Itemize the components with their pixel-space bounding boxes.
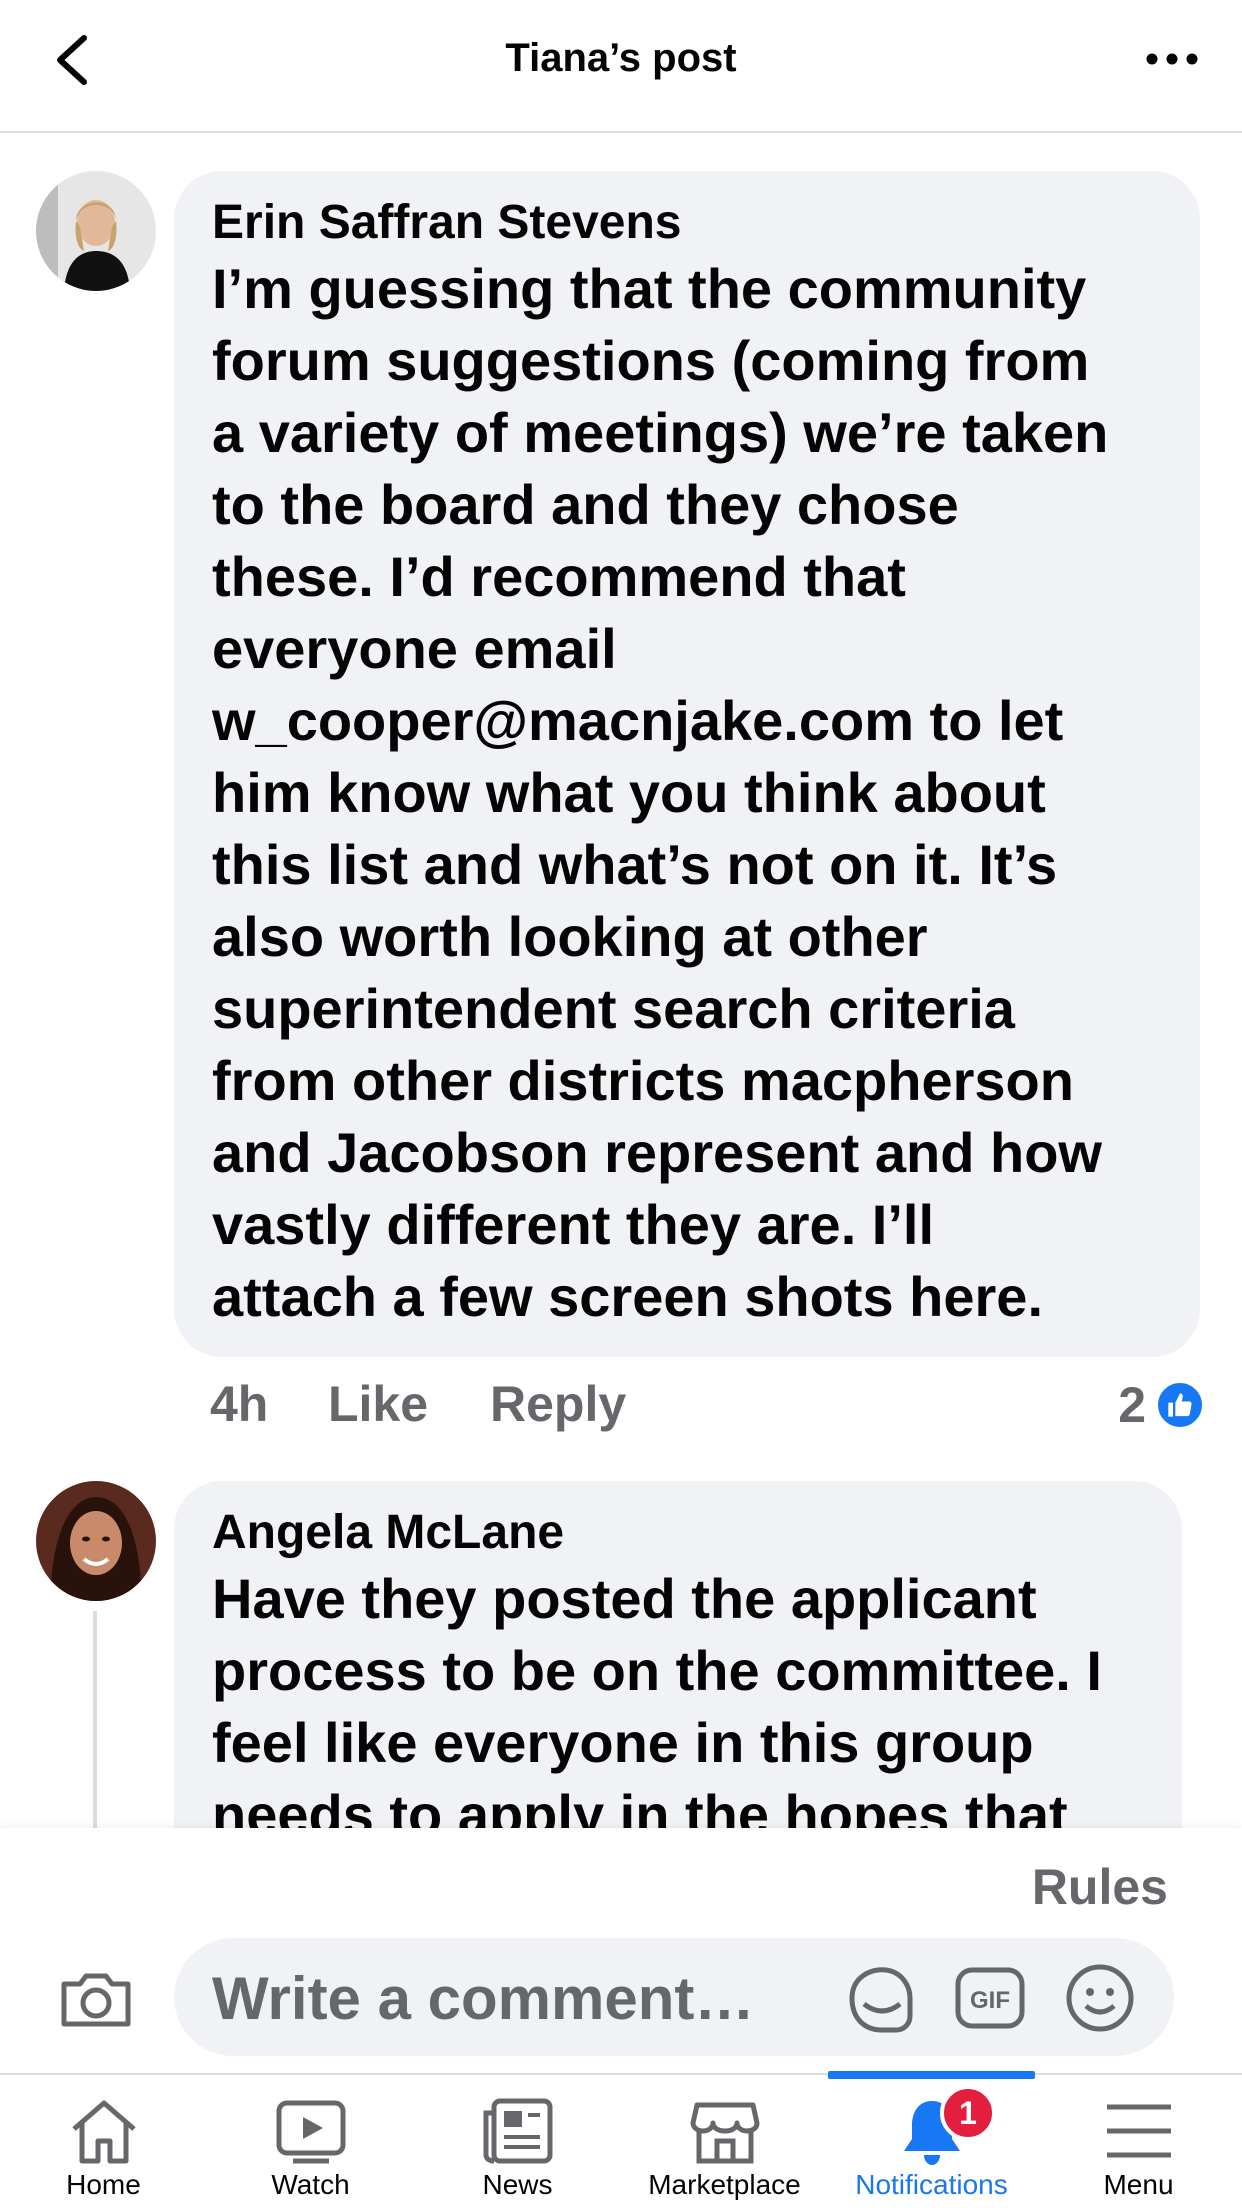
comment-line: and Jacobson represent and how <box>212 1121 1102 1184</box>
comment-line: needs to apply in the hopes that <box>212 1783 1068 1828</box>
comment-bubble[interactable]: Angela McLane Have they posted the appli… <box>174 1481 1182 1828</box>
menu-icon <box>1107 2104 1171 2158</box>
comment-line: vastly different they are. I’ll <box>212 1193 935 1256</box>
comment-line: I’m guessing that the community <box>212 257 1087 320</box>
camera-icon[interactable] <box>56 1958 136 2038</box>
emoji-icon[interactable] <box>1062 1960 1138 2036</box>
reaction-summary[interactable]: 2 <box>1118 1375 1206 1435</box>
comment-line: feel like everyone in this group <box>212 1711 1034 1774</box>
comment-line: everyone email <box>212 617 617 680</box>
avatar-photo <box>36 1481 156 1601</box>
comment-line: from other districts macpherson <box>212 1049 1074 1112</box>
comment-line: to the board and they chose <box>212 473 959 536</box>
nav-home[interactable]: Home <box>0 2075 207 2208</box>
avatar-photo <box>36 171 156 291</box>
comments-list: Erin Saffran Stevens I’m guessing that t… <box>0 135 1242 1828</box>
news-icon <box>483 2098 553 2164</box>
top-bar: Tiana’s post <box>0 0 1242 133</box>
comment-line: forum suggestions (coming from <box>212 329 1090 392</box>
comment-author[interactable]: Angela McLane <box>212 1503 1102 1563</box>
comment-composer: Rules Write a comment… GIF <box>0 1828 1242 2073</box>
comment-author[interactable]: Erin Saffran Stevens <box>212 193 1108 253</box>
comment-text: Have they posted the applicant process t… <box>212 1563 1102 1828</box>
nav-label: Notifications <box>855 2169 1008 2200</box>
reaction-count: 2 <box>1118 1377 1146 1433</box>
comment-line: a variety of meetings) we’re taken <box>212 401 1109 464</box>
comment-line: also worth looking at other <box>212 905 928 968</box>
comment-line: these. I’d recommend that <box>212 545 906 608</box>
comment-line: w_cooper@macnjake.com to let <box>212 689 1064 752</box>
comment-line: Have they posted the applicant <box>212 1567 1037 1630</box>
like-reaction-icon <box>1154 1379 1206 1431</box>
comment-bubble[interactable]: Erin Saffran Stevens I’m guessing that t… <box>174 171 1200 1357</box>
svg-text:GIF: GIF <box>970 1987 1010 2014</box>
comment-timestamp: 4h <box>210 1376 269 1432</box>
comment-line: this list and what’s not on it. It’s <box>212 833 1058 896</box>
comment-line: him know what you think about <box>212 761 1046 824</box>
nav-marketplace[interactable]: Marketplace <box>621 2075 828 2208</box>
sticker-icon[interactable] <box>842 1960 918 2036</box>
avatar[interactable] <box>36 171 156 291</box>
nav-label: Watch <box>271 2169 350 2200</box>
reply-button[interactable]: Reply <box>490 1375 626 1433</box>
nav-menu[interactable]: Menu <box>1035 2075 1242 2208</box>
nav-notifications[interactable]: 1 Notifications <box>828 2071 1035 2208</box>
comment-line: attach a few screen shots here. <box>212 1265 1044 1328</box>
nav-label: Home <box>66 2169 141 2200</box>
comment-input[interactable]: Write a comment… GIF <box>174 1938 1174 2056</box>
nav-label: Marketplace <box>648 2169 801 2200</box>
marketplace-icon <box>690 2102 760 2164</box>
like-button[interactable]: Like <box>328 1375 428 1433</box>
comment-text: I’m guessing that the community forum su… <box>212 253 1108 1333</box>
comment-line: superintendent search criteria <box>212 977 1015 1040</box>
watch-icon <box>276 2100 346 2164</box>
comment-line: process to be on the committee. I <box>212 1639 1102 1702</box>
home-icon <box>72 2100 136 2164</box>
avatar[interactable] <box>36 1481 156 1601</box>
notification-badge: 1 <box>940 2085 996 2141</box>
page-title: Tiana’s post <box>505 36 737 80</box>
bottom-nav: Home Watch News Marketplace 1 Notificati… <box>0 2071 1242 2208</box>
gif-icon[interactable]: GIF <box>952 1960 1028 2036</box>
nav-label: News <box>482 2169 553 2200</box>
nav-news[interactable]: News <box>414 2075 621 2208</box>
nav-label: Menu <box>1103 2169 1174 2200</box>
thread-line <box>93 1611 97 1828</box>
nav-watch[interactable]: Watch <box>207 2075 414 2208</box>
more-dots-icon[interactable] <box>1142 44 1202 74</box>
rules-link[interactable]: Rules <box>1032 1858 1168 1916</box>
comment-placeholder: Write a comment… <box>212 1965 755 2032</box>
